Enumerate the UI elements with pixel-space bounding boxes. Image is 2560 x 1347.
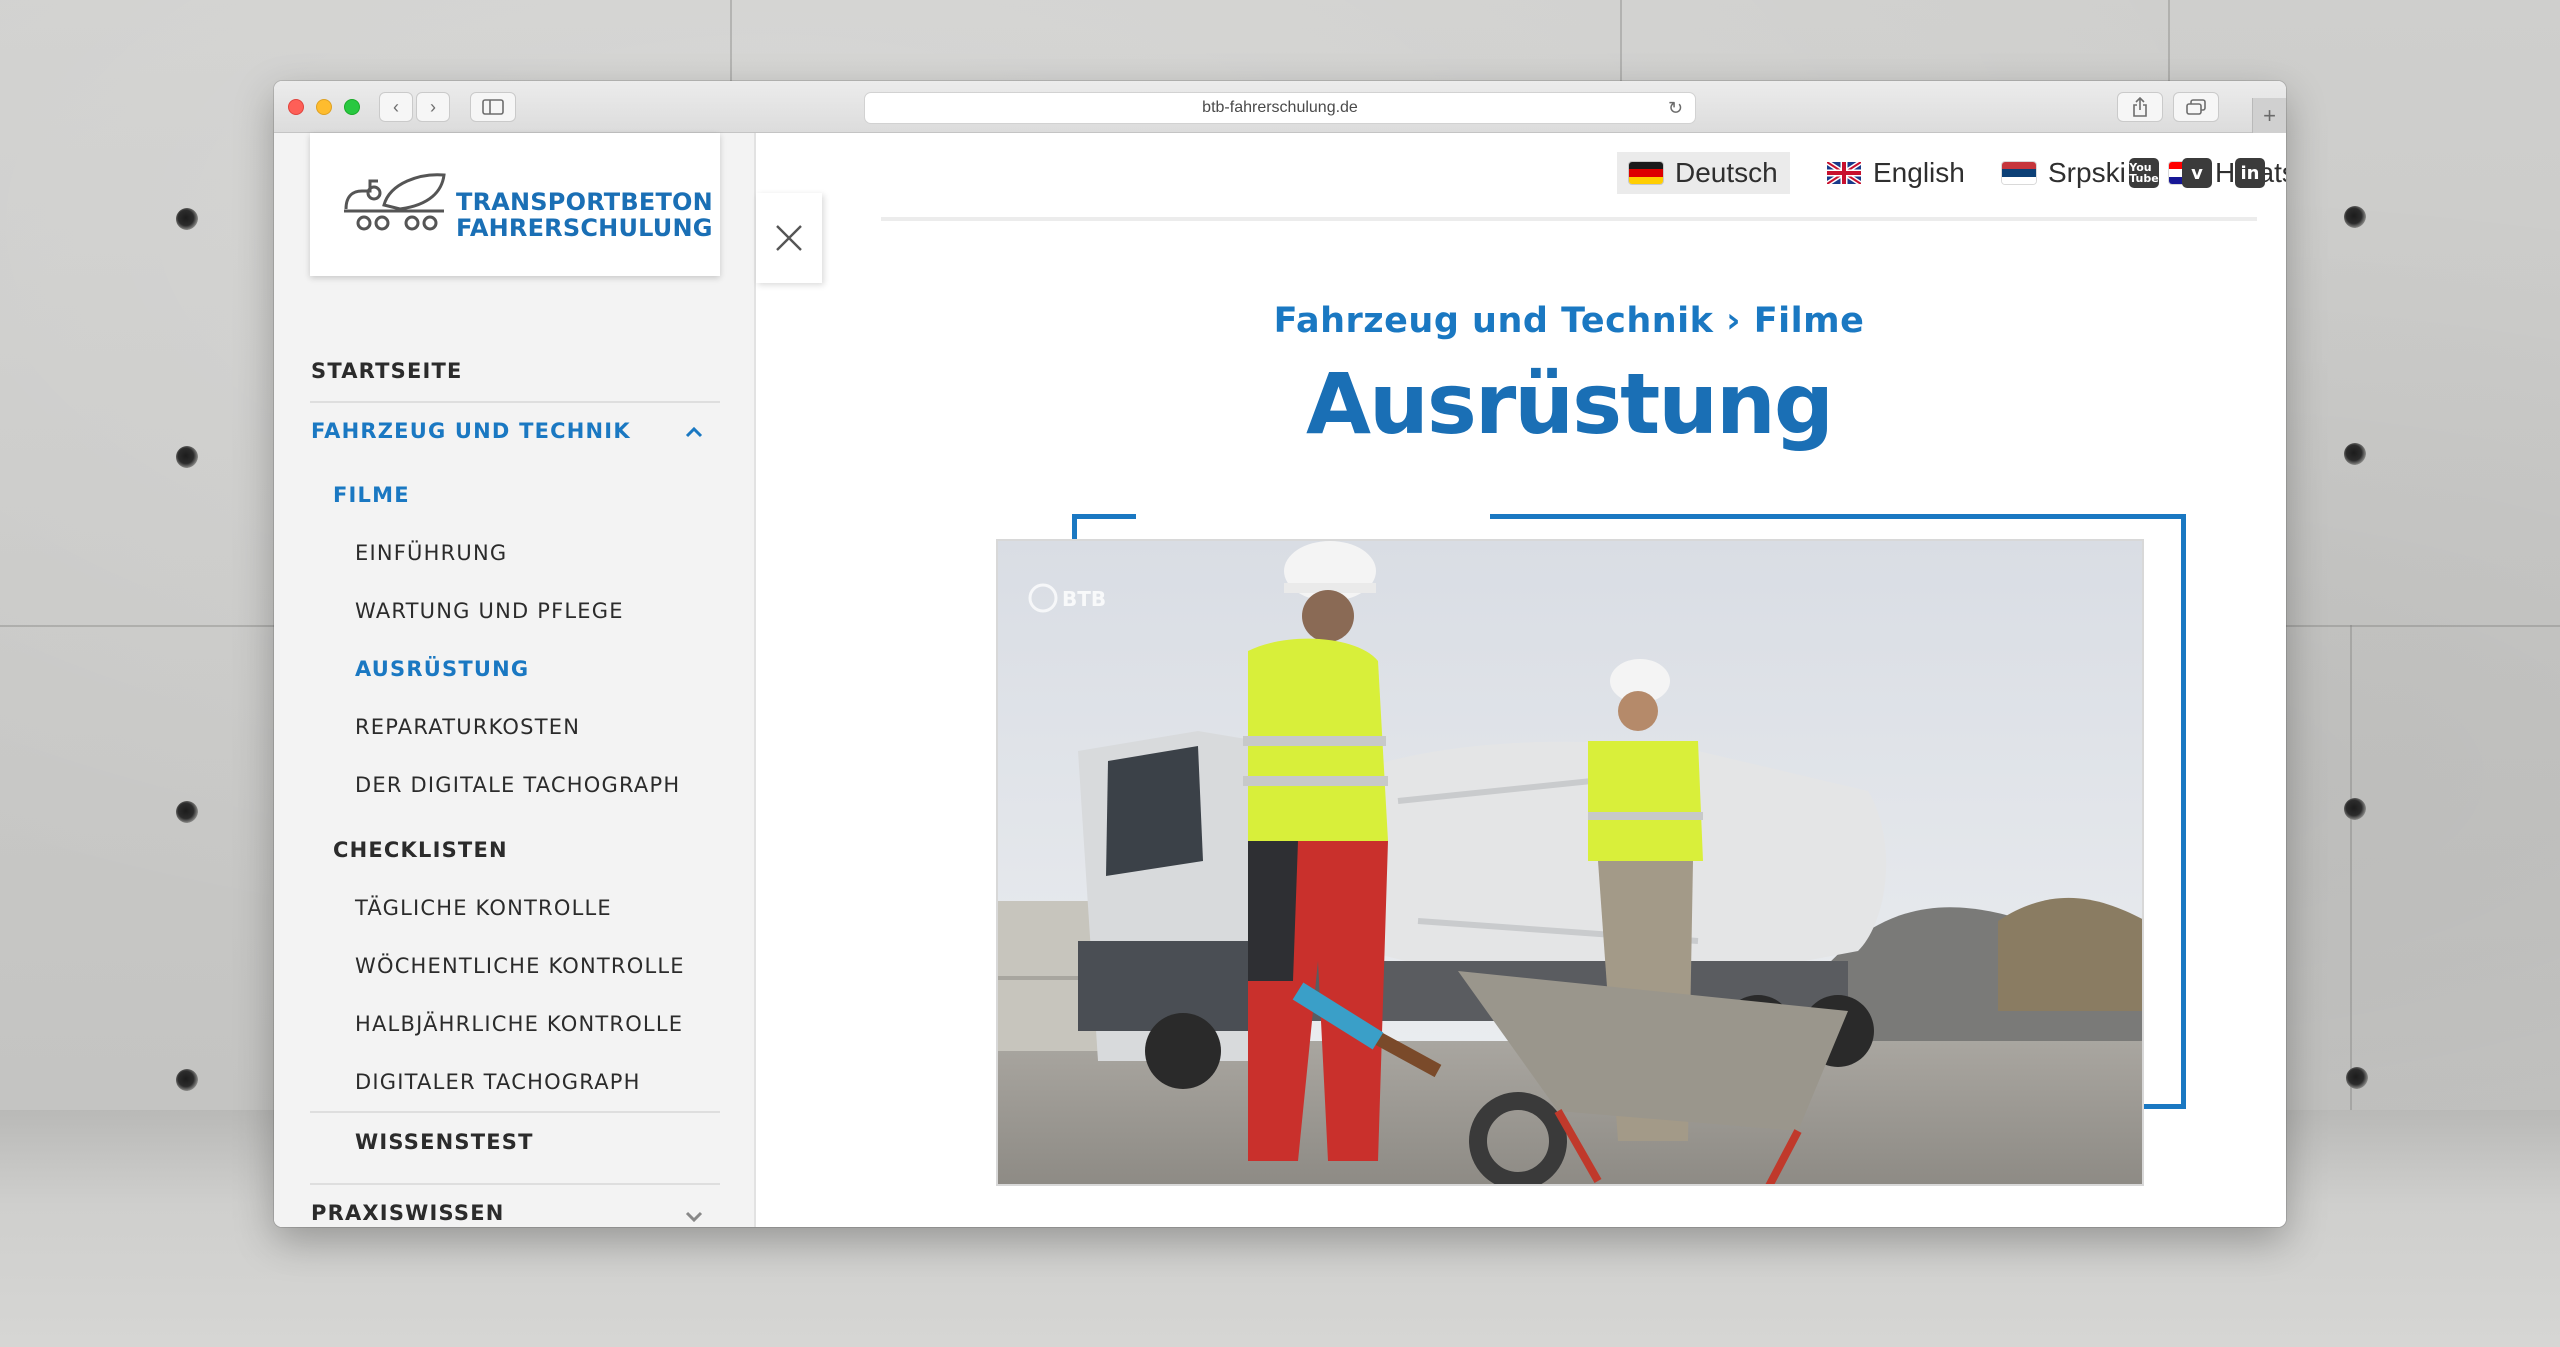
minimize-window-button[interactable] (316, 99, 332, 115)
lang-srpski[interactable]: Srpski (1990, 152, 2138, 194)
tie-hole (2344, 443, 2366, 465)
url-text: btb-fahrerschulung.de (1202, 99, 1358, 116)
vimeo-icon[interactable]: v (2182, 158, 2212, 188)
nav-fahrzeug-und-technik[interactable]: FAHRZEUG UND TECHNIK (311, 419, 631, 443)
nav-divider (310, 1183, 720, 1185)
tie-hole (176, 801, 198, 823)
maximize-window-button[interactable] (344, 99, 360, 115)
tabs-icon (2186, 99, 2206, 115)
frame-accent (2144, 1104, 2186, 1109)
nav-wartung-und-pflege[interactable]: WARTUNG UND PFLEGE (355, 599, 624, 623)
tie-hole (176, 208, 198, 230)
page-title: Ausrüstung (1306, 355, 1834, 453)
mixer-truck-logo-icon (344, 173, 446, 231)
lang-label: English (1873, 157, 1965, 188)
reload-icon[interactable]: ↻ (1668, 98, 1683, 119)
linkedin-icon[interactable]: in (2235, 158, 2265, 188)
tie-hole (176, 1069, 198, 1091)
nav-halbjaehrliche-kontrolle[interactable]: HALBJÄHRLICHE KONTROLLE (355, 1012, 683, 1036)
nav-wissenstest[interactable]: WISSENSTEST (355, 1130, 534, 1154)
logo-wordmark: TRANSPORTBETON FAHRERSCHULUNG (456, 189, 713, 241)
chevron-left-icon: ‹ (393, 96, 399, 117)
lang-label: Srpski (2048, 157, 2126, 188)
address-bar[interactable]: btb-fahrerschulung.de ↻ (864, 92, 1696, 124)
chevron-down-icon[interactable] (684, 1209, 704, 1223)
nav-digitaler-tachograph[interactable]: DIGITALER TACHOGRAPH (355, 1070, 641, 1094)
serbia-flag-icon (2002, 162, 2036, 184)
frame-accent (1072, 514, 1136, 519)
chevron-up-icon[interactable] (684, 425, 704, 439)
sidebar-toggle-button[interactable] (470, 92, 516, 122)
logo-line-2: FAHRERSCHULUNG (456, 214, 713, 242)
share-button[interactable] (2117, 92, 2163, 122)
browser-toolbar: ‹ › btb-fahrerschulung.de ↻ + (274, 81, 2286, 133)
browser-window: ‹ › btb-fahrerschulung.de ↻ + TRANSPORTB… (274, 81, 2286, 1227)
video-watermark: BTB (1062, 587, 1107, 611)
tie-hole (2344, 206, 2366, 228)
nav-der-digitale-tachograph[interactable]: DER DIGITALE TACHOGRAPH (355, 773, 680, 797)
wall-seam (2350, 625, 2352, 1110)
close-menu-button[interactable] (756, 193, 822, 283)
nav-taegliche-kontrolle[interactable]: TÄGLICHE KONTROLLE (355, 896, 612, 920)
frame-accent (2181, 514, 2186, 1109)
nav-filme[interactable]: FILME (333, 483, 410, 507)
web-page: TRANSPORTBETON FAHRERSCHULUNG STARTSEITE… (274, 133, 2286, 1227)
language-bar: Deutsch English Srpski You Tube v in (881, 133, 2286, 221)
close-window-button[interactable] (288, 99, 304, 115)
close-icon (776, 225, 802, 251)
germany-flag-icon (1629, 162, 1663, 184)
new-tab-button[interactable]: + (2252, 98, 2286, 133)
tie-hole (2346, 1067, 2368, 1089)
nav-praxiswissen[interactable]: PRAXISWISSEN (311, 1201, 505, 1225)
nav-reparaturkosten[interactable]: REPARATURKOSTEN (355, 715, 580, 739)
lang-english[interactable]: English (1815, 152, 1977, 194)
lang-deutsch[interactable]: Deutsch (1617, 152, 1790, 194)
site-logo[interactable]: TRANSPORTBETON FAHRERSCHULUNG (310, 133, 720, 276)
nav-checklisten[interactable]: CHECKLISTEN (333, 838, 508, 862)
plus-icon: + (2263, 102, 2276, 128)
nav-startseite[interactable]: STARTSEITE (311, 359, 463, 383)
share-icon (2133, 97, 2147, 117)
lang-hrvatski[interactable]: Hrvatski (2157, 152, 2286, 194)
uk-flag-icon (1827, 162, 1861, 184)
youtube-icon[interactable]: You Tube (2129, 158, 2159, 188)
sidebar-icon (482, 99, 504, 115)
nav-divider (310, 1111, 720, 1113)
nav-einfuehrung[interactable]: EINFÜHRUNG (355, 541, 507, 565)
chevron-right-icon: › (430, 96, 436, 117)
video-player[interactable]: BTB (996, 539, 2144, 1186)
logo-line-1: TRANSPORTBETON (456, 188, 713, 216)
sidebar-navigation: TRANSPORTBETON FAHRERSCHULUNG STARTSEITE… (274, 133, 756, 1227)
breadcrumb: Fahrzeug und Technik › Filme (1273, 301, 1865, 341)
nav-ausruestung[interactable]: AUSRÜSTUNG (355, 657, 529, 681)
nav-divider (310, 401, 720, 403)
back-button[interactable]: ‹ (379, 92, 413, 122)
forward-button[interactable]: › (416, 92, 450, 122)
frame-accent (1490, 514, 2186, 519)
video-thumbnail-image (998, 541, 2142, 1184)
tie-hole (176, 446, 198, 468)
nav-woechentliche-kontrolle[interactable]: WÖCHENTLICHE KONTROLLE (355, 954, 685, 978)
tie-hole (2344, 798, 2366, 820)
lang-label: Deutsch (1675, 157, 1778, 188)
tab-overview-button[interactable] (2173, 92, 2219, 122)
